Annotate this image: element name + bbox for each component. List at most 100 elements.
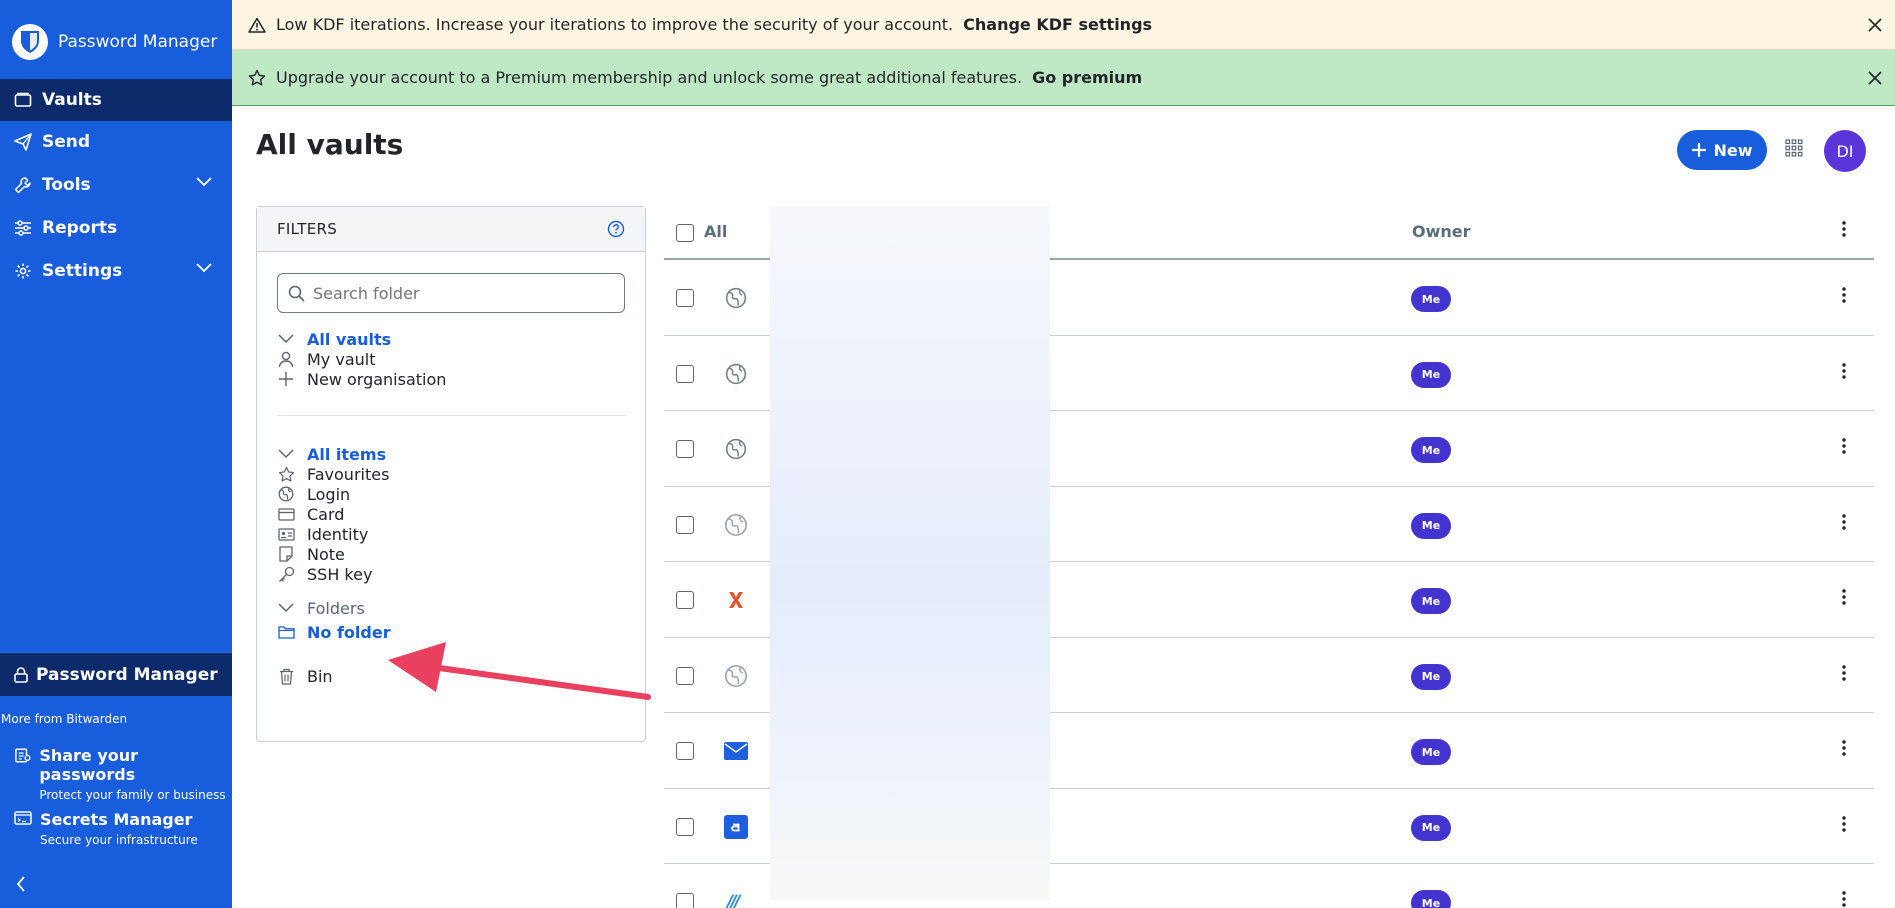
chevron-down-icon[interactable] [278,449,294,459]
mail-icon [724,739,748,763]
sidebar-item-settings[interactable]: Settings [0,250,232,292]
sidebar-item-tools[interactable]: Tools [0,164,232,206]
filters-panel: FILTERS All vaults My vault New organisa… [256,206,646,742]
row-checkbox[interactable] [676,289,694,307]
kdf-warning-text: Low KDF iterations. Increase your iterat… [276,15,954,34]
product-switcher-label: Password Manager [36,664,218,685]
column-header-owner: Owner [1412,222,1471,241]
plus-icon [1692,143,1707,157]
chevron-down-icon[interactable] [278,603,294,613]
promo-secrets-manager[interactable]: Secrets Manager Secure your infrastructu… [14,810,198,847]
brand[interactable]: Password Manager [12,24,217,60]
row-checkbox[interactable] [676,893,694,908]
globe-icon [724,437,748,461]
row-checkbox[interactable] [676,817,694,836]
row-checkbox[interactable] [676,364,694,383]
row-checkbox[interactable] [676,742,694,760]
product-switcher-grid-icon[interactable] [1785,139,1803,157]
filter-new-organisation[interactable]: New organisation [277,368,446,390]
new-item-button[interactable]: New [1677,130,1767,170]
row-options-icon[interactable] [1842,815,1846,833]
filter-my-vault[interactable]: My vault [277,348,376,370]
globe-icon [724,664,748,688]
owner-badge: Me [1411,512,1451,539]
filter-label: Login [307,484,351,504]
sidebar-item-vaults[interactable]: Vaults [0,79,232,121]
filter-label: Card [307,504,345,524]
owner-badge: Me [1411,814,1451,841]
row-options-icon[interactable] [1842,437,1846,455]
column-header-all[interactable]: All [704,222,727,241]
promo-share-passwords[interactable]: Share your passwords Protect your family… [14,746,232,802]
sidebar-item-label: Tools [42,175,91,195]
select-all-checkbox[interactable] [676,224,694,242]
search-icon [288,285,305,302]
row-options-icon[interactable] [1842,286,1846,304]
filter-all-items[interactable]: All items [277,443,386,465]
chevron-down-icon[interactable] [196,263,212,273]
row-options-icon[interactable] [1842,664,1846,682]
page-title: All vaults [256,128,404,161]
change-kdf-settings-link[interactable]: Change KDF settings [963,15,1152,34]
go-premium-link[interactable]: Go premium [1032,68,1142,87]
trash-icon [279,668,293,685]
star-icon [248,69,266,85]
app-a-icon [724,814,748,839]
filter-login[interactable]: Login [277,483,350,505]
filter-bin[interactable]: Bin [277,665,333,687]
row-options-icon[interactable] [1842,362,1846,380]
help-icon[interactable] [607,220,625,238]
promo-subtitle: Protect your family or business [39,788,226,802]
promo-subtitle: Secure your infrastructure [40,833,198,847]
more-from-label: More from Bitwarden [1,712,128,726]
product-switcher-password-manager[interactable]: Password Manager [0,652,232,696]
owner-badge: Me [1411,286,1451,312]
collapse-sidebar-icon[interactable] [16,876,26,892]
sidebar-item-reports[interactable]: Reports [0,207,232,249]
row-checkbox[interactable] [676,666,694,685]
more-options-icon[interactable] [1842,220,1846,238]
sidebar-item-label: Send [42,132,91,152]
row-checkbox[interactable] [676,591,694,609]
sidebar-item-send[interactable]: Send [0,121,232,163]
row-checkbox[interactable] [676,515,694,534]
promo-title: Secrets Manager [40,810,193,829]
filter-folders-heading[interactable]: Folders [277,597,365,619]
user-icon [278,351,294,367]
chevron-down-icon[interactable] [196,177,212,187]
filter-favourites[interactable]: Favourites [277,463,389,485]
plus-icon [279,372,293,386]
row-options-icon[interactable] [1842,588,1846,606]
folder-icon [277,626,295,639]
brand-name: Password Manager [58,32,218,52]
filter-ssh-key[interactable]: SSH key [277,563,372,585]
close-icon[interactable] [1867,17,1883,33]
filter-card[interactable]: Card [277,503,344,525]
stripes-logo-icon [724,890,748,908]
filter-identity[interactable]: Identity [277,523,368,545]
row-checkbox[interactable] [676,440,694,458]
chevron-down-icon[interactable] [278,334,294,344]
gear-icon [15,263,31,279]
globe-icon [724,513,748,537]
filter-note[interactable]: Note [277,543,345,565]
warning-triangle-icon [248,17,266,33]
owner-badge: Me [1411,361,1451,388]
id-card-icon [277,527,295,541]
search-folder-field[interactable] [277,273,625,313]
row-options-icon[interactable] [1842,890,1846,908]
credit-card-icon [277,507,295,521]
share-icon [15,748,31,763]
terminal-icon [14,811,32,825]
avatar[interactable]: DI [1824,130,1866,172]
filter-all-vaults[interactable]: All vaults [277,328,391,350]
note-icon [279,546,293,562]
filter-label: Folders [307,598,365,618]
row-options-icon[interactable] [1842,739,1846,757]
owner-badge: Me [1411,437,1451,463]
send-icon [14,133,32,151]
search-folder-input[interactable] [313,283,603,303]
close-icon[interactable] [1867,70,1883,86]
row-options-icon[interactable] [1842,513,1846,531]
filter-no-folder[interactable]: No folder [277,621,391,643]
